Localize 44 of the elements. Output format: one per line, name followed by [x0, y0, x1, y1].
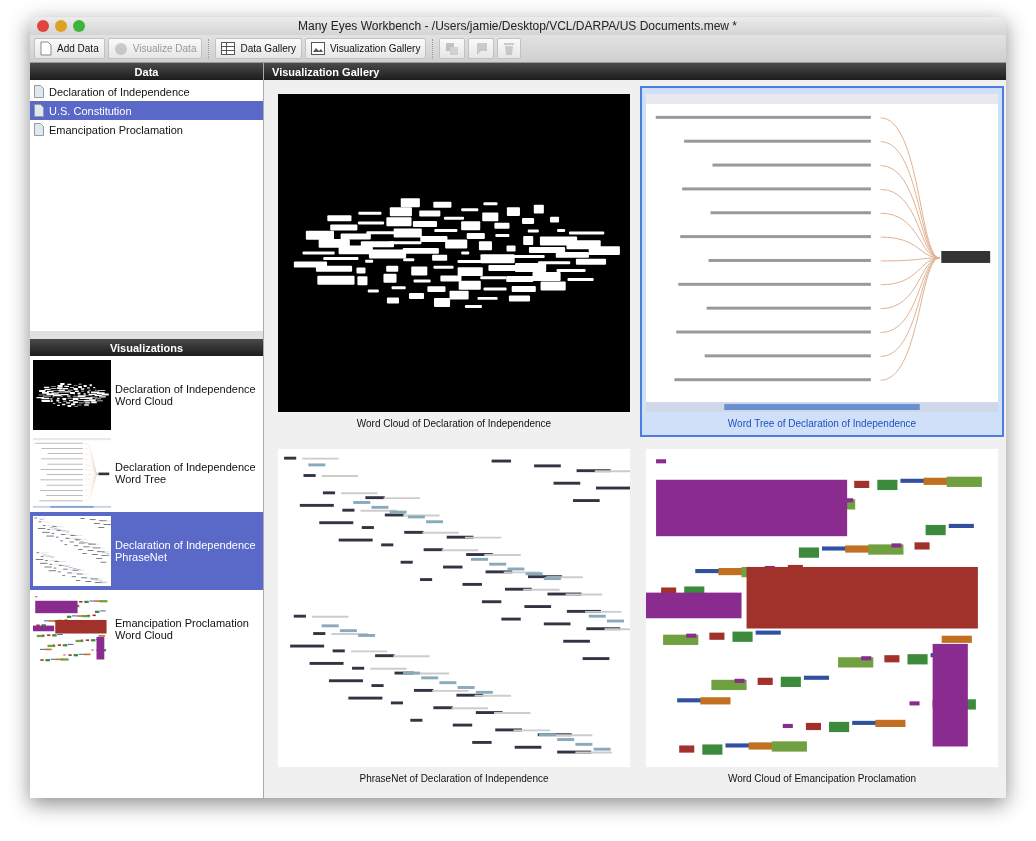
visualization-item[interactable]: Emancipation Proclamation Word Cloud	[30, 590, 263, 668]
item-type: Word Cloud	[115, 629, 174, 641]
gallery-item[interactable]: PhraseNet of Declaration of Independence	[272, 441, 636, 792]
document-icon	[34, 85, 44, 98]
gallery-item[interactable]: Word Cloud of Emancipation Proclamation	[640, 441, 1004, 792]
document-icon	[40, 41, 52, 56]
close-button[interactable]	[37, 20, 49, 32]
item-name: Declaration of Independence	[115, 539, 256, 551]
item-name: Emancipation Proclamation	[115, 617, 249, 629]
gallery-caption: Word Cloud of Emancipation Proclamation	[727, 773, 917, 786]
gallery-caption: PhraseNet of Declaration of Independence	[359, 773, 549, 786]
circle-icon	[113, 41, 128, 56]
toolbar-button[interactable]: Add Data	[34, 38, 105, 59]
visualization-item[interactable]: Declaration of Independence Word Cloud	[30, 356, 263, 434]
splitter[interactable]	[30, 331, 263, 339]
gallery-item[interactable]: Word Tree of Declaration of Independence	[640, 86, 1004, 437]
gallery-caption: Word Cloud of Declaration of Independence	[356, 418, 552, 431]
toolbar-button[interactable]: Visualization Gallery	[305, 38, 427, 59]
data-item[interactable]: Emancipation Proclamation	[30, 120, 263, 139]
visualization-item[interactable]: Declaration of Independence Word Tree	[30, 434, 263, 512]
picture-icon	[311, 42, 326, 55]
panel-header: Visualization Gallery	[264, 63, 1006, 80]
item-type: Word Cloud	[115, 395, 174, 407]
data-item[interactable]: Declaration of Independence	[30, 82, 263, 101]
comment-icon	[474, 41, 489, 56]
gallery-item[interactable]: Word Cloud of Declaration of Independence	[272, 86, 636, 437]
item-name: Declaration of Independence	[115, 383, 256, 395]
item-type: Word Tree	[115, 473, 168, 485]
panel-header: Visualizations	[30, 339, 263, 356]
zoom-button[interactable]	[73, 20, 85, 32]
data-item[interactable]: U.S. Constitution	[30, 101, 263, 120]
item-name: Declaration of Independence	[115, 461, 256, 473]
gallery-caption: Word Tree of Declaration of Independence	[727, 418, 917, 431]
document-icon	[34, 123, 44, 136]
minimize-button[interactable]	[55, 20, 67, 32]
panel-header: Data	[30, 63, 263, 80]
table-icon	[221, 42, 236, 55]
visualization-item[interactable]: Declaration of Independence PhraseNet	[30, 512, 263, 590]
item-type: PhraseNet	[115, 551, 168, 563]
document-icon	[34, 104, 44, 117]
trash-icon	[503, 41, 516, 56]
copy-icon	[445, 41, 460, 56]
window-title: Many Eyes Workbench - /Users/jamie/Desktop/VCL/DARPA/US Documents.mew *	[297, 19, 738, 33]
toolbar-button[interactable]: Data Gallery	[215, 38, 303, 59]
